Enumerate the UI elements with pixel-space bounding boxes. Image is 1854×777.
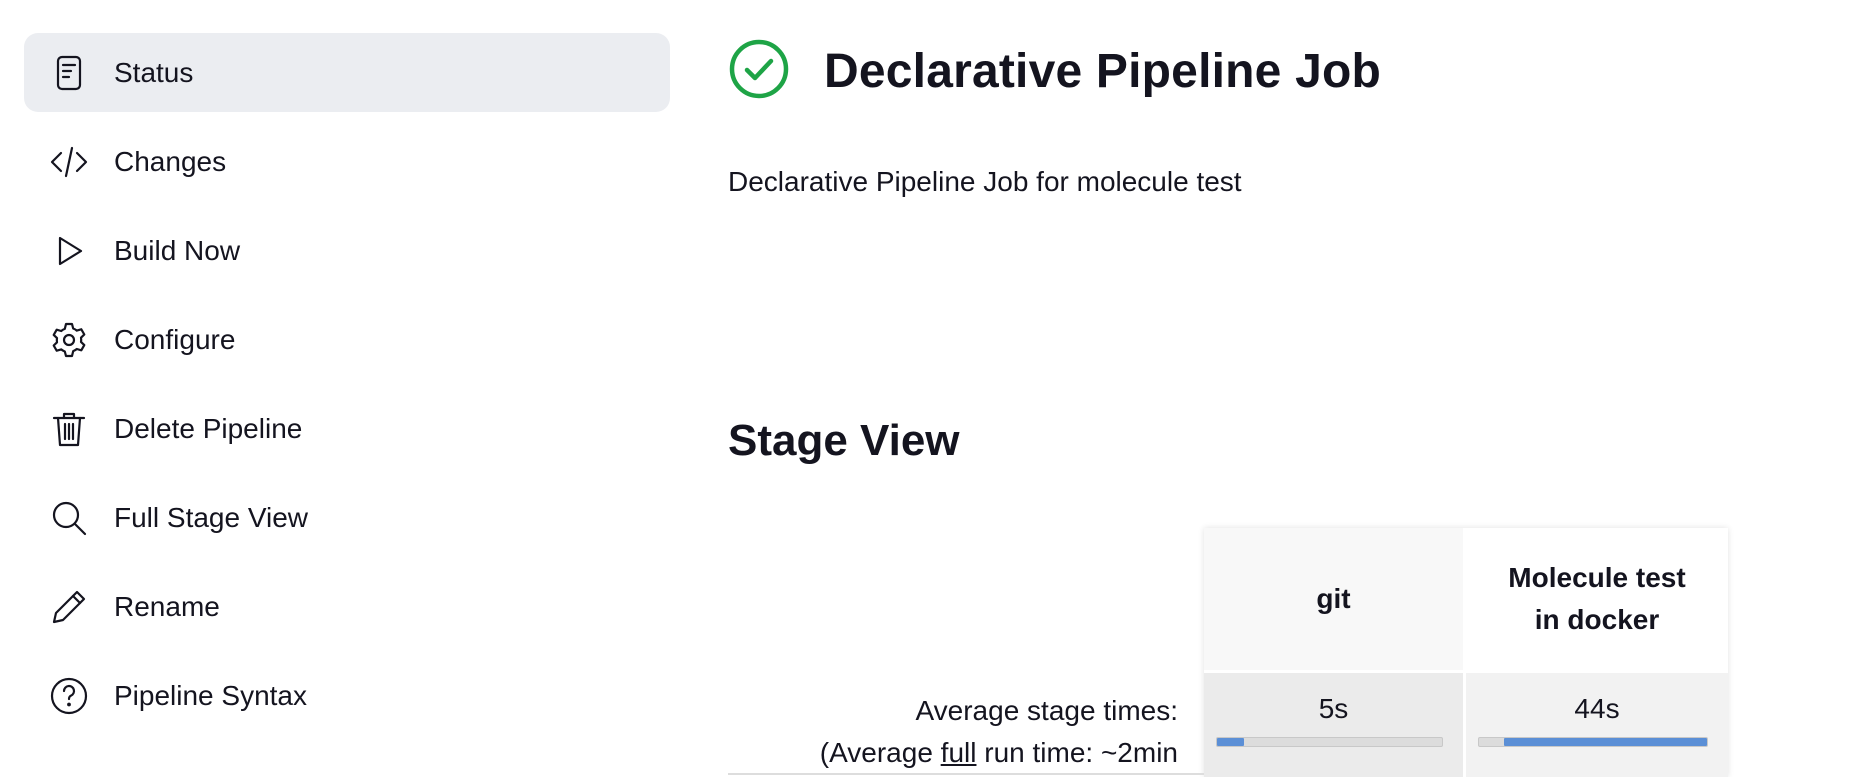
stage-header-line: in docker — [1534, 604, 1660, 635]
sidebar-item-delete-pipeline[interactable]: Delete Pipeline — [24, 389, 670, 468]
job-description: Declarative Pipeline Job for molecule te… — [728, 166, 1242, 197]
pencil-icon — [48, 586, 90, 628]
stage-time-value: 44s — [1574, 693, 1620, 724]
table-divider — [728, 773, 1204, 775]
stage-header-line: Molecule test — [1508, 562, 1686, 593]
stage-progress-track — [1216, 737, 1443, 747]
sidebar-item-rename[interactable]: Rename — [24, 567, 670, 646]
avg-stage-times-label: Average stage times: — [915, 695, 1178, 726]
stage-view-title: Stage View — [728, 416, 960, 465]
stage-column-molecule: Molecule test in docker 44s — [1466, 528, 1728, 777]
search-icon — [48, 497, 90, 539]
stage-average-time: 44s — [1466, 670, 1728, 777]
code-icon — [48, 141, 90, 183]
sidebar-item-label: Changes — [114, 145, 227, 177]
success-check-icon — [728, 38, 790, 105]
stage-header: Molecule test in docker — [1466, 528, 1728, 670]
sidebar-item-label: Delete Pipeline — [114, 412, 303, 444]
stage-progress-fill — [1217, 738, 1244, 746]
average-times-labels: Average stage times: (Average full run t… — [728, 690, 1178, 774]
sidebar-item-status[interactable]: Status — [24, 33, 670, 112]
sidebar-item-label: Status — [114, 56, 194, 88]
sidebar-item-full-stage-view[interactable]: Full Stage View — [24, 478, 670, 557]
sidebar-item-configure[interactable]: Configure — [24, 300, 670, 379]
sidebar: Status Changes Build Now Configure Delet… — [24, 33, 670, 745]
sidebar-item-label: Configure — [114, 323, 236, 355]
stage-view-table: git 5s Molecule test in docker 44s — [1204, 528, 1728, 777]
trash-icon — [48, 408, 90, 450]
document-icon — [48, 52, 90, 94]
sidebar-item-label: Pipeline Syntax — [114, 679, 308, 711]
stage-progress-track — [1478, 737, 1708, 747]
sidebar-item-label: Rename — [114, 590, 220, 622]
stage-average-time: 5s — [1204, 670, 1463, 777]
page-title: Declarative Pipeline Job — [824, 45, 1382, 98]
sidebar-item-label: Build Now — [114, 234, 241, 266]
avg-run-prefix: (Average — [819, 737, 941, 768]
gear-icon — [48, 319, 90, 361]
full-run-link[interactable]: full — [941, 737, 977, 768]
stage-header: git — [1204, 528, 1463, 670]
title-row: Declarative Pipeline Job — [728, 38, 1381, 105]
play-icon — [48, 230, 90, 272]
stage-progress-fill — [1504, 738, 1707, 746]
sidebar-item-changes[interactable]: Changes — [24, 122, 670, 201]
sidebar-item-pipeline-syntax[interactable]: Pipeline Syntax — [24, 656, 670, 735]
avg-run-time-label: (Average full run time: ~2min — [728, 732, 1178, 774]
stage-column-git: git 5s — [1204, 528, 1466, 777]
avg-run-suffix: run time: ~2min — [976, 737, 1178, 768]
help-icon — [48, 675, 90, 717]
sidebar-item-build-now[interactable]: Build Now — [24, 211, 670, 290]
stage-time-value: 5s — [1318, 693, 1349, 724]
sidebar-item-label: Full Stage View — [114, 501, 309, 533]
